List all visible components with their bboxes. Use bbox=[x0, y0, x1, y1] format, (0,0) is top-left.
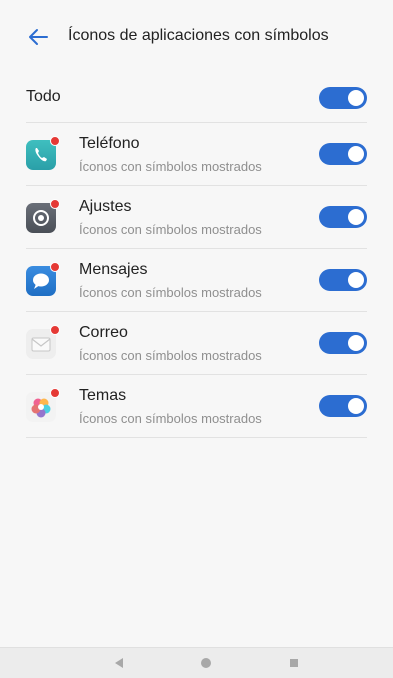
app-name: Mensajes bbox=[79, 261, 148, 278]
themes-app-icon bbox=[26, 388, 60, 422]
app-subtitle: Íconos con símbolos mostrados bbox=[79, 348, 262, 363]
messages-app-icon bbox=[26, 262, 60, 296]
app-subtitle: Íconos con símbolos mostrados bbox=[79, 159, 262, 174]
notification-badge bbox=[50, 136, 60, 146]
toggle-all-row: Todo bbox=[26, 74, 367, 123]
switch-knob bbox=[348, 398, 364, 414]
app-row-mail: Correo Íconos con símbolos mostrados bbox=[26, 312, 367, 375]
app-subtitle: Íconos con símbolos mostrados bbox=[79, 411, 262, 426]
switch-knob bbox=[348, 146, 364, 162]
page-title: Íconos de aplicaciones con símbolos bbox=[68, 27, 329, 44]
notification-badge bbox=[50, 325, 60, 335]
app-name: Correo bbox=[79, 324, 128, 341]
app-toggle-switch[interactable] bbox=[319, 206, 367, 228]
toggle-all-label: Todo bbox=[26, 88, 61, 105]
settings-list: Todo Teléfono Íconos con símbolos mostra… bbox=[0, 74, 393, 438]
app-subtitle: Íconos con símbolos mostrados bbox=[79, 285, 262, 300]
app-subtitle: Íconos con símbolos mostrados bbox=[79, 222, 262, 237]
app-toggle-switch[interactable] bbox=[319, 269, 367, 291]
app-name: Ajustes bbox=[79, 198, 132, 215]
nav-back-button[interactable] bbox=[112, 656, 126, 670]
app-header: Íconos de aplicaciones con símbolos bbox=[0, 0, 393, 74]
nav-recent-icon bbox=[290, 659, 298, 667]
app-toggle-switch[interactable] bbox=[319, 143, 367, 165]
switch-knob bbox=[348, 90, 364, 106]
app-row-phone: Teléfono Íconos con símbolos mostrados bbox=[26, 123, 367, 186]
settings-app-icon bbox=[26, 199, 60, 233]
app-name: Teléfono bbox=[79, 135, 140, 152]
nav-home-icon bbox=[201, 658, 211, 668]
app-toggle-switch[interactable] bbox=[319, 395, 367, 417]
switch-knob bbox=[348, 335, 364, 351]
system-navigation-bar bbox=[0, 647, 393, 678]
phone-app-icon bbox=[26, 136, 60, 170]
arrow-left-icon bbox=[29, 29, 48, 45]
notification-badge bbox=[50, 388, 60, 398]
nav-recent-button[interactable] bbox=[287, 656, 301, 670]
app-name: Temas bbox=[79, 387, 127, 404]
mail-app-icon bbox=[26, 325, 60, 359]
app-row-settings: Ajustes Íconos con símbolos mostrados bbox=[26, 186, 367, 249]
notification-badge bbox=[50, 262, 60, 272]
app-row-messages: Mensajes Íconos con símbolos mostrados bbox=[26, 249, 367, 312]
nav-home-button[interactable] bbox=[199, 656, 213, 670]
switch-knob bbox=[348, 272, 364, 288]
app-row-themes: Temas Íconos con símbolos mostrados bbox=[26, 375, 367, 438]
nav-back-icon bbox=[115, 658, 123, 668]
switch-knob bbox=[348, 209, 364, 225]
toggle-all-switch[interactable] bbox=[319, 87, 367, 109]
back-button[interactable] bbox=[26, 25, 50, 49]
app-toggle-switch[interactable] bbox=[319, 332, 367, 354]
notification-badge bbox=[50, 199, 60, 209]
